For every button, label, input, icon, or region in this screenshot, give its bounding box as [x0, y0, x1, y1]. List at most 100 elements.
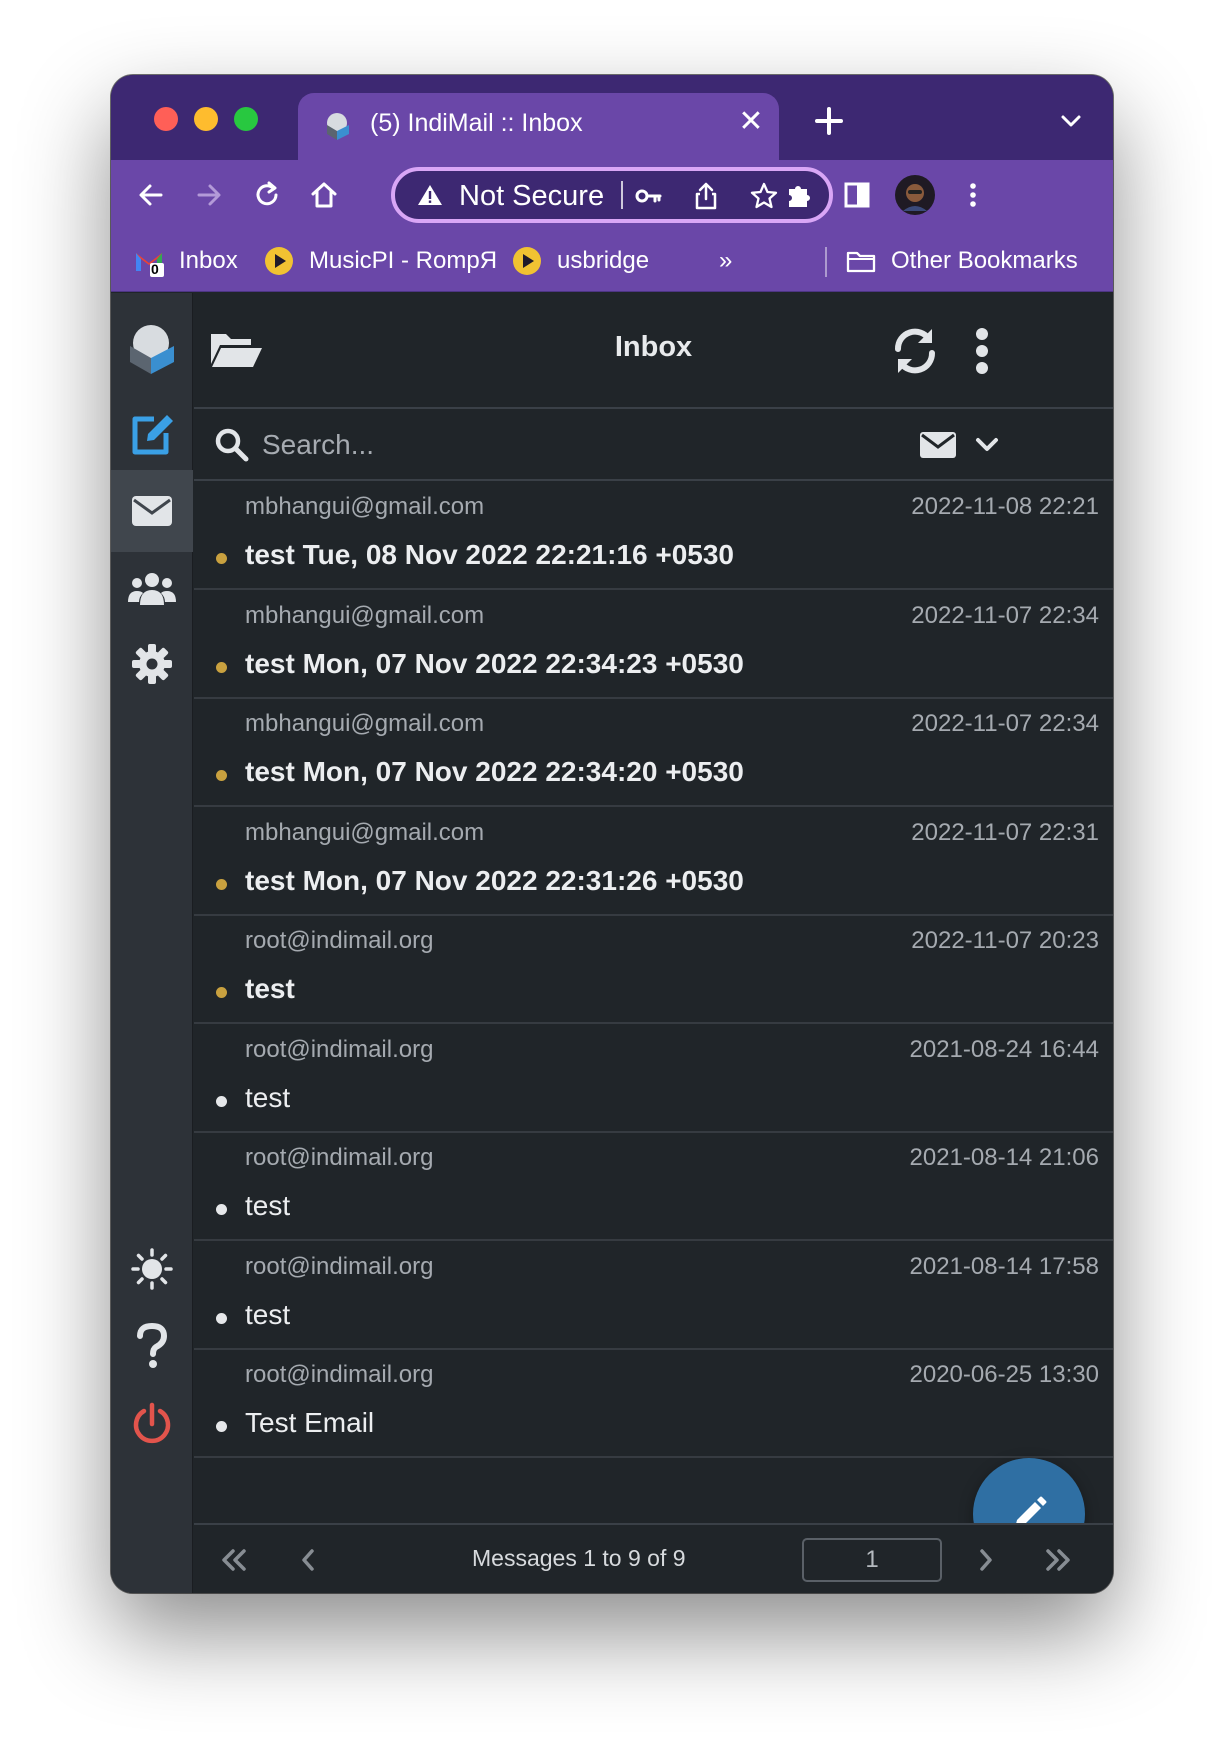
- gear-icon: [132, 644, 172, 684]
- bookmark-label: usbridge: [557, 247, 650, 274]
- question-icon: [137, 1323, 168, 1368]
- message-row[interactable]: root@indimail.org 2021-08-14 21:06 test: [194, 1132, 1113, 1241]
- read-dot-icon[interactable]: [216, 1421, 227, 1432]
- search-options-button[interactable]: [972, 431, 1002, 459]
- play-icon: [263, 245, 295, 277]
- unread-dot-icon[interactable]: [216, 987, 227, 998]
- first-page-button[interactable]: [216, 1543, 252, 1577]
- folder-icon: [845, 245, 877, 277]
- message-sender: mbhangui@gmail.com: [245, 819, 485, 846]
- contacts-nav-item[interactable]: [111, 547, 193, 629]
- theme-toggle-nav-item[interactable]: [111, 1228, 193, 1310]
- close-window-button[interactable]: [154, 107, 178, 131]
- search-input[interactable]: [262, 423, 902, 467]
- home-icon[interactable]: [302, 173, 346, 217]
- more-bookmarks-button[interactable]: »: [719, 244, 732, 278]
- message-subject: test Mon, 07 Nov 2022 22:34:23 +0530: [245, 648, 744, 679]
- unread-dot-icon[interactable]: [216, 553, 227, 564]
- message-sender: root@indimail.org: [245, 1144, 434, 1171]
- sync-icon: [894, 328, 936, 374]
- message-date: 2022-11-07 22:31: [911, 819, 1099, 846]
- message-date: 2022-11-07 22:34: [911, 710, 1099, 737]
- search-scope-button[interactable]: [918, 427, 958, 463]
- read-dot-icon[interactable]: [216, 1313, 227, 1324]
- pagination-footer: Messages 1 to 9 of 9: [194, 1523, 1113, 1593]
- left-navigation: [111, 293, 193, 1593]
- search-bar: [194, 409, 1113, 481]
- message-row[interactable]: mbhangui@gmail.com 2022-11-07 22:34 test M…: [194, 590, 1113, 699]
- settings-nav-item[interactable]: [111, 623, 193, 705]
- refresh-button[interactable]: [887, 323, 943, 379]
- side-panel-icon[interactable]: [835, 173, 879, 217]
- message-subject: test: [245, 1190, 291, 1221]
- next-page-button[interactable]: [968, 1543, 1004, 1577]
- share-icon[interactable]: [689, 179, 723, 213]
- message-subject: test: [245, 1082, 291, 1113]
- reload-icon[interactable]: [245, 173, 289, 217]
- minimize-window-button[interactable]: [194, 107, 218, 131]
- message-row[interactable]: mbhangui@gmail.com 2022-11-07 22:31 test M…: [194, 807, 1113, 916]
- page-number-input[interactable]: [802, 1538, 942, 1582]
- browser-toolbar: Not Secure: [111, 160, 1113, 230]
- message-row[interactable]: root@indimail.org 2021-08-24 16:44 test: [194, 1024, 1113, 1133]
- envelope-icon: [132, 496, 172, 526]
- tab-close-icon[interactable]: ✕: [734, 105, 768, 139]
- message-date: 2021-08-14 21:06: [909, 1144, 1100, 1171]
- profile-avatar[interactable]: [893, 173, 937, 217]
- message-row[interactable]: root@indimail.org 2020-06-25 13:30 Test Em…: [194, 1349, 1113, 1458]
- read-dot-icon[interactable]: [216, 1096, 227, 1107]
- forward-icon[interactable]: [187, 173, 231, 217]
- compose-nav-item[interactable]: [111, 393, 193, 475]
- tab-search-chevron-icon[interactable]: [1057, 109, 1085, 133]
- message-date: 2022-11-07 20:23: [911, 927, 1099, 954]
- read-dot-icon[interactable]: [216, 1204, 227, 1215]
- tab-strip: (5) IndiMail :: Inbox ✕: [111, 75, 1113, 160]
- warning-icon: [418, 185, 442, 205]
- help-nav-item[interactable]: [111, 1305, 193, 1387]
- mail-nav-item[interactable]: [111, 470, 193, 552]
- message-sender: root@indimail.org: [245, 1036, 434, 1063]
- logout-nav-item[interactable]: [111, 1383, 193, 1465]
- omnibox-divider: [621, 181, 623, 209]
- message-row[interactable]: mbhangui@gmail.com 2022-11-07 22:34 test M…: [194, 698, 1113, 807]
- message-date: 2020-06-25 13:30: [909, 1361, 1100, 1388]
- list-header: Inbox: [194, 293, 1113, 409]
- message-row[interactable]: mbhangui@gmail.com 2022-11-08 22:21 test T…: [194, 481, 1113, 590]
- bookmark-usbridge[interactable]: usbridge: [511, 244, 649, 278]
- chevron-right-double-icon: »: [719, 247, 733, 274]
- message-subject: test Mon, 07 Nov 2022 22:34:20 +0530: [245, 756, 744, 787]
- unread-dot-icon[interactable]: [216, 662, 227, 673]
- address-bar[interactable]: Not Secure: [391, 167, 833, 223]
- message-subject: test: [245, 1299, 291, 1330]
- browser-menu-icon[interactable]: [951, 173, 995, 217]
- roundcube-logo-icon: [130, 325, 174, 374]
- unread-dot-icon[interactable]: [216, 879, 227, 890]
- back-icon[interactable]: [129, 173, 173, 217]
- new-tab-icon[interactable]: [809, 101, 849, 141]
- users-icon: [128, 573, 176, 605]
- search-icon[interactable]: [214, 427, 250, 463]
- bookmark-star-icon[interactable]: [747, 179, 781, 213]
- maximize-window-button[interactable]: [234, 107, 258, 131]
- bookmark-musicpi[interactable]: MusicPI - RompЯ: [263, 244, 497, 278]
- bookmark-inbox[interactable]: 0 Inbox: [133, 244, 238, 278]
- app-logo[interactable]: [111, 307, 193, 389]
- extensions-icon[interactable]: [777, 173, 821, 217]
- message-row[interactable]: root@indimail.org 2022-11-07 20:23 test: [194, 915, 1113, 1024]
- list-options-button[interactable]: [964, 323, 1000, 379]
- previous-page-button[interactable]: [290, 1543, 326, 1577]
- last-page-button[interactable]: [1040, 1543, 1076, 1577]
- bookmark-label: Other Bookmarks: [891, 247, 1078, 274]
- gmail-badge: 0: [151, 261, 159, 277]
- key-icon[interactable]: [631, 179, 665, 213]
- unread-dot-icon[interactable]: [216, 770, 227, 781]
- other-bookmarks[interactable]: Other Bookmarks: [845, 244, 1078, 278]
- browser-tab-active[interactable]: (5) IndiMail :: Inbox ✕: [298, 93, 779, 160]
- message-sender: root@indimail.org: [245, 1253, 434, 1280]
- message-sender: root@indimail.org: [245, 927, 434, 954]
- message-row[interactable]: root@indimail.org 2021-08-14 17:58 test: [194, 1241, 1113, 1350]
- chevrons-right-icon: [1046, 1549, 1070, 1571]
- mail-app: Inbox Search... mbhangui@gmail.com 2022-…: [111, 293, 1113, 1593]
- message-subject: test Mon, 07 Nov 2022 22:31:26 +0530: [245, 865, 744, 896]
- envelope-icon: [920, 432, 956, 458]
